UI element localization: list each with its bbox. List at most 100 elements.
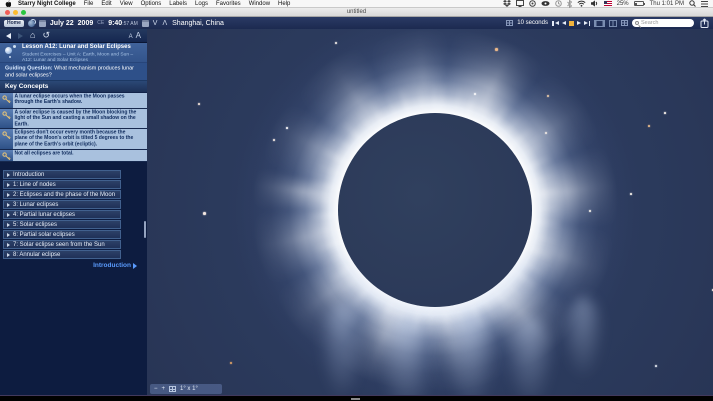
star <box>286 127 288 129</box>
time-menu-icon[interactable] <box>142 20 149 27</box>
notification-center-icon[interactable] <box>701 1 708 7</box>
font-larger-button[interactable]: A <box>136 31 141 40</box>
battery-percent: 25% <box>617 1 629 7</box>
introduction-link[interactable]: Introduction <box>0 260 147 269</box>
fov-grid-icon[interactable] <box>169 386 176 392</box>
star <box>474 93 476 95</box>
location-label[interactable]: Shanghai, China <box>172 20 224 27</box>
lesson-home-icon[interactable]: ⌂ <box>30 31 35 40</box>
time-reset-globe-icon[interactable] <box>28 20 35 27</box>
volume-icon[interactable] <box>591 0 599 7</box>
horizontal-scroll-thumb[interactable] <box>351 398 360 400</box>
zoom-out-button[interactable]: − <box>154 386 158 392</box>
section-5[interactable]: 5: Solar eclipses <box>3 220 121 229</box>
section-7[interactable]: 7: Solar eclipse seen from the Sun <box>3 240 121 249</box>
star <box>664 112 666 114</box>
date-field[interactable]: July 22 <box>50 20 74 27</box>
sidebar-scrollbar[interactable] <box>144 221 146 238</box>
sidebar-toggle-icon[interactable] <box>609 20 617 27</box>
time-field[interactable]: 9:40 <box>108 20 122 27</box>
section-4[interactable]: 4: Partial lunar eclipses <box>3 210 121 219</box>
key-concept-text: Eclipses don't occur every month because… <box>13 129 143 143</box>
clock-icon[interactable] <box>555 0 562 7</box>
bluetooth-icon[interactable] <box>567 0 572 8</box>
wifi-icon[interactable] <box>577 0 586 7</box>
forward-button[interactable] <box>18 33 23 39</box>
section-6[interactable]: 6: Partial solar eclipses <box>3 230 121 239</box>
zoom-control: − + 1° x 1° <box>150 384 222 394</box>
gaze-down-icon[interactable]: Λ <box>162 20 168 27</box>
menu-clock[interactable]: Thu 1:01 PM <box>650 1 684 7</box>
display-icon[interactable] <box>516 0 524 7</box>
refresh-icon[interactable]: ↺ <box>42 31 50 40</box>
menu-logs[interactable]: Logs <box>195 1 208 7</box>
go-to-end-button[interactable] <box>584 21 591 26</box>
star <box>495 48 498 51</box>
menu-options[interactable]: Options <box>141 1 162 7</box>
options-grid-icon[interactable] <box>621 20 628 26</box>
lesson-sidebar: ⌂ ↺ A A Lesson A12: Lunar and Solar Ecli… <box>0 29 147 395</box>
menu-labels[interactable]: Labels <box>169 1 187 7</box>
year-field[interactable]: 2009 <box>78 20 94 27</box>
stop-button[interactable] <box>569 21 574 26</box>
lesson-sections-list: Introduction 1: Line of nodes 2: Eclipse… <box>0 170 147 259</box>
step-back-button[interactable] <box>562 21 566 25</box>
window-title: untitled <box>0 9 713 15</box>
time-transport-controls <box>552 21 590 26</box>
time-step-menu-icon[interactable] <box>506 20 513 26</box>
star <box>230 362 232 364</box>
play-forward-button[interactable] <box>577 21 581 25</box>
dropbox-icon[interactable] <box>503 0 511 7</box>
zoom-in-button[interactable]: + <box>162 386 166 392</box>
era-label: CE <box>97 20 104 26</box>
sky-view[interactable]: − + 1° x 1° <box>147 29 713 395</box>
menu-help[interactable]: Help <box>278 1 290 7</box>
section-8[interactable]: 8: Annular eclipse <box>3 250 121 259</box>
section-2[interactable]: 2: Eclipses and the phase of the Moon <box>3 190 121 199</box>
star <box>203 212 206 215</box>
star <box>545 132 547 134</box>
menu-favorites[interactable]: Favorites <box>216 1 241 7</box>
share-icon[interactable] <box>700 18 709 28</box>
battery-icon[interactable] <box>634 1 644 6</box>
star <box>335 42 337 44</box>
home-button[interactable]: Home <box>4 20 24 27</box>
star <box>273 139 275 141</box>
section-introduction[interactable]: Introduction <box>3 170 121 179</box>
timemachine-icon[interactable] <box>529 0 536 7</box>
date-menu-icon[interactable] <box>39 20 46 27</box>
key-icon <box>0 129 13 149</box>
back-button[interactable] <box>6 33 11 39</box>
menu-view[interactable]: View <box>120 1 133 7</box>
star <box>655 365 657 367</box>
moon-disk[interactable] <box>338 113 532 307</box>
star <box>547 95 549 97</box>
go-to-start-button[interactable] <box>552 21 559 26</box>
input-language-flag-icon[interactable] <box>604 1 612 6</box>
search-input[interactable]: Search <box>632 19 694 27</box>
panes-toggle-icon[interactable] <box>594 20 605 27</box>
key-icon <box>0 93 13 108</box>
key-concept-item: A solar eclipse is caused by the Moon bl… <box>0 109 147 129</box>
macos-menu-bar: Starry Night College File Edit View Opti… <box>0 0 713 8</box>
section-1[interactable]: 1: Line of nodes <box>3 180 121 189</box>
spotlight-icon[interactable] <box>689 0 696 7</box>
introduction-link-arrow <box>133 263 137 269</box>
section-3[interactable]: 3: Lunar eclipses <box>3 200 121 209</box>
star <box>630 193 632 195</box>
time-step-value[interactable]: 10 seconds <box>517 20 548 26</box>
guiding-question-label: Guiding Question: <box>5 66 53 71</box>
active-app-name[interactable]: Starry Night College <box>18 1 76 7</box>
menu-edit[interactable]: Edit <box>101 1 111 7</box>
time-seconds-field[interactable]: :57 AM <box>122 21 138 27</box>
gaze-up-icon[interactable]: V <box>153 20 159 27</box>
lesson-breadcrumb: Student Exercises – Unit A: Earth, Moon … <box>22 52 143 63</box>
apple-menu-icon[interactable] <box>5 0 11 7</box>
font-smaller-button[interactable]: A <box>129 34 133 40</box>
screen: Starry Night College File Edit View Opti… <box>0 0 713 401</box>
menu-window[interactable]: Window <box>249 1 270 7</box>
menu-file[interactable]: File <box>84 1 94 7</box>
corona-wisp <box>319 304 365 395</box>
eye-icon[interactable] <box>541 0 550 7</box>
corona-wisp <box>562 297 604 377</box>
